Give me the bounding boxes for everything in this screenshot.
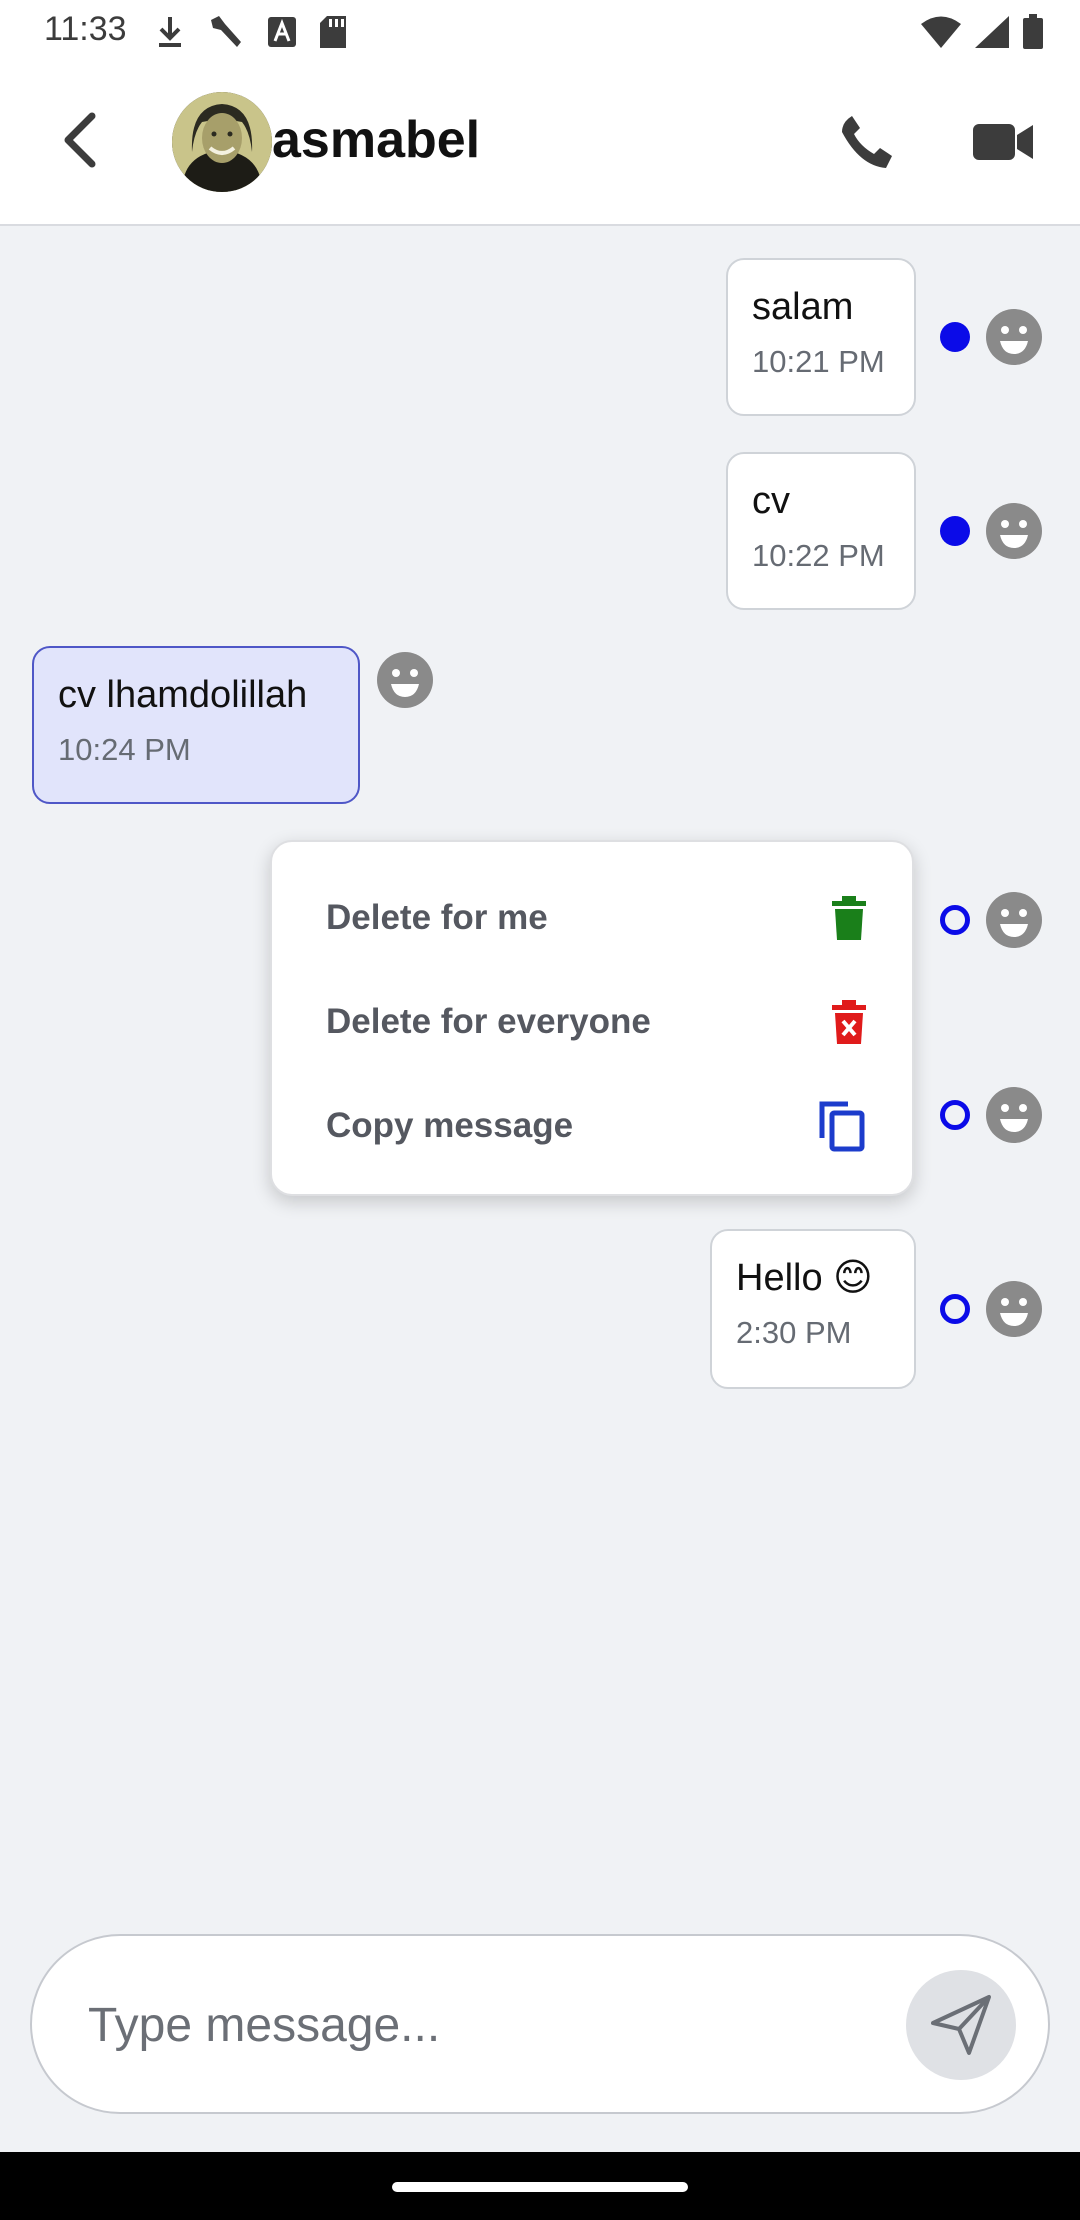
avatar-photo bbox=[172, 92, 272, 192]
video-call-button[interactable] bbox=[972, 112, 1036, 172]
menu-item-label: Delete for me bbox=[326, 898, 548, 937]
back-button[interactable] bbox=[50, 110, 110, 170]
message-bubble-incoming[interactable]: cv lhamdolillah 10:24 PM bbox=[32, 646, 360, 804]
message-composer bbox=[30, 1934, 1050, 2114]
menu-item-label: Copy message bbox=[326, 1106, 574, 1145]
video-camera-icon bbox=[973, 124, 1033, 160]
chevron-left-icon bbox=[64, 112, 96, 168]
voice-call-button[interactable] bbox=[836, 112, 896, 172]
phone-icon bbox=[842, 116, 892, 168]
cell-signal-icon bbox=[975, 16, 1009, 48]
react-emoji-icon[interactable] bbox=[985, 502, 1043, 560]
pending-status-indicator bbox=[940, 1100, 970, 1130]
message-time: 10:22 PM bbox=[752, 538, 885, 573]
system-nav-bar bbox=[0, 2152, 1080, 2220]
send-icon bbox=[931, 1995, 991, 2055]
message-bubble-outgoing[interactable]: salam 10:21 PM bbox=[726, 258, 916, 416]
status-time: 11:33 bbox=[44, 10, 127, 48]
chat-header: asmabel bbox=[0, 64, 1080, 226]
status-icons-left bbox=[155, 14, 347, 50]
message-text: salam bbox=[752, 286, 854, 328]
send-button[interactable] bbox=[906, 1970, 1016, 2080]
status-bar: 11:33 bbox=[0, 0, 1080, 64]
sent-status-indicator bbox=[940, 516, 970, 546]
message-time: 2:30 PM bbox=[736, 1315, 852, 1350]
menu-item-label: Delete for everyone bbox=[326, 1002, 651, 1041]
avatar[interactable] bbox=[172, 92, 272, 192]
home-indicator[interactable] bbox=[392, 2182, 688, 2192]
wifi-icon bbox=[921, 16, 961, 48]
message-time: 10:24 PM bbox=[58, 732, 191, 767]
download-icon bbox=[159, 17, 181, 47]
status-icons-right bbox=[920, 14, 1044, 50]
sd-card-icon bbox=[320, 16, 346, 48]
menu-item-delete-for-me[interactable]: Delete for me bbox=[326, 878, 866, 958]
pending-status-indicator bbox=[940, 1294, 970, 1324]
contact-name[interactable]: asmabel bbox=[272, 110, 480, 170]
text-a-icon bbox=[268, 17, 296, 47]
message-text: Hello 😊 bbox=[736, 1257, 873, 1299]
trash-x-icon bbox=[832, 1000, 866, 1044]
react-emoji-icon[interactable] bbox=[985, 891, 1043, 949]
react-emoji-icon[interactable] bbox=[985, 1280, 1043, 1338]
message-bubble-outgoing[interactable]: Hello 😊 2:30 PM bbox=[710, 1229, 916, 1389]
react-emoji-icon[interactable] bbox=[376, 651, 434, 709]
battery-icon bbox=[1023, 14, 1043, 49]
menu-item-delete-for-everyone[interactable]: Delete for everyone bbox=[326, 982, 866, 1062]
message-time: 10:21 PM bbox=[752, 344, 885, 379]
trash-icon bbox=[832, 896, 866, 940]
react-emoji-icon[interactable] bbox=[985, 1086, 1043, 1144]
sent-status-indicator bbox=[940, 322, 970, 352]
message-text: cv lhamdolillah bbox=[58, 674, 308, 716]
message-text: cv bbox=[752, 480, 790, 522]
message-context-menu: Delete for me Delete for everyone Copy m… bbox=[270, 840, 914, 1196]
menu-item-copy-message[interactable]: Copy message bbox=[326, 1086, 866, 1166]
message-bubble-outgoing[interactable]: cv 10:22 PM bbox=[726, 452, 916, 610]
pending-status-indicator bbox=[940, 905, 970, 935]
react-emoji-icon[interactable] bbox=[985, 308, 1043, 366]
message-input[interactable] bbox=[86, 1986, 870, 2064]
copy-icon bbox=[819, 1101, 865, 1152]
wrench-icon bbox=[211, 16, 241, 47]
